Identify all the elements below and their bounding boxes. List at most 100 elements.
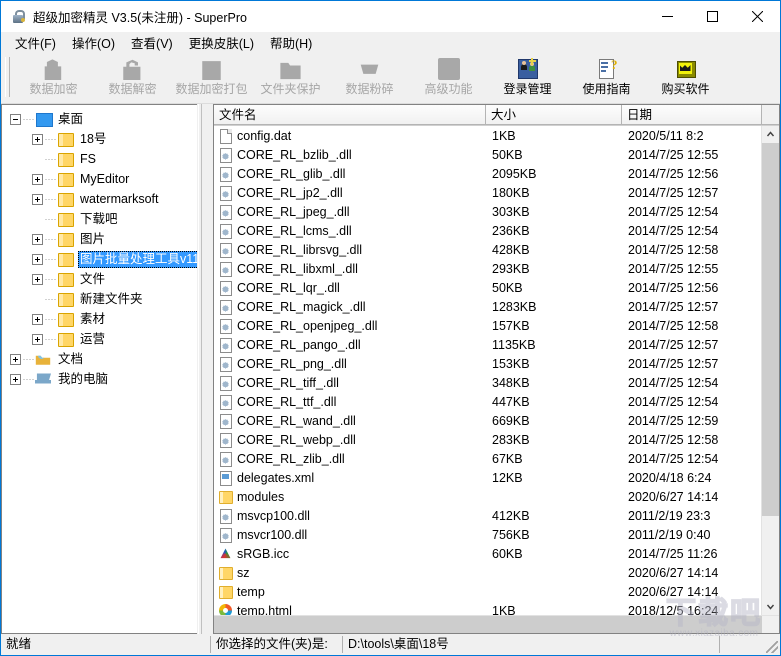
file-row[interactable]: config.dat1KB2020/5/11 8:2 bbox=[214, 126, 761, 145]
file-row[interactable]: modules2020/6/27 14:14 bbox=[214, 487, 761, 506]
toolbar-button-folder-protect[interactable]: 文件夹保护 bbox=[251, 55, 330, 99]
hscroll-track[interactable] bbox=[214, 616, 762, 633]
tree-expander-icon[interactable] bbox=[10, 354, 21, 365]
file-row[interactable]: CORE_RL_libxml_.dll293KB2014/7/25 12:55 bbox=[214, 259, 761, 278]
toolbar-button-decrypt[interactable]: 数据解密 bbox=[93, 55, 172, 99]
tree-expander-icon[interactable] bbox=[32, 334, 43, 345]
file-row[interactable]: temp2020/6/27 14:14 bbox=[214, 582, 761, 601]
tree-expander-icon[interactable] bbox=[32, 254, 43, 265]
scroll-down-arrow[interactable] bbox=[762, 598, 779, 615]
file-row[interactable]: CORE_RL_librsvg_.dll428KB2014/7/25 12:58 bbox=[214, 240, 761, 259]
tree-expander-icon[interactable] bbox=[32, 274, 43, 285]
column-header-name[interactable]: 文件名 bbox=[214, 105, 486, 125]
file-row[interactable]: CORE_RL_png_.dll153KB2014/7/25 12:57 bbox=[214, 354, 761, 373]
tree-line bbox=[23, 374, 35, 385]
tree-item[interactable]: 文件 bbox=[2, 269, 197, 289]
file-row[interactable]: CORE_RL_pango_.dll1135KB2014/7/25 12:57 bbox=[214, 335, 761, 354]
tree-item[interactable]: 下载吧 bbox=[2, 209, 197, 229]
file-row[interactable]: CORE_RL_bzlib_.dll50KB2014/7/25 12:55 bbox=[214, 145, 761, 164]
file-row[interactable]: CORE_RL_webp_.dll283KB2014/7/25 12:58 bbox=[214, 430, 761, 449]
file-row[interactable]: msvcr100.dll756KB2011/2/19 0:40 bbox=[214, 525, 761, 544]
folder-icon bbox=[218, 489, 233, 504]
tree-item[interactable]: watermarksoft bbox=[2, 189, 197, 209]
menu-help[interactable]: 帮助(H) bbox=[262, 31, 320, 54]
minimize-button[interactable] bbox=[645, 1, 690, 32]
tree-expander-icon[interactable] bbox=[32, 194, 43, 205]
tree-expander-icon[interactable] bbox=[10, 114, 21, 125]
tree-item[interactable]: 运营 bbox=[2, 329, 197, 349]
file-date-cell: 2014/7/25 12:54 bbox=[622, 224, 761, 238]
file-name-text: temp bbox=[237, 585, 265, 599]
menu-bar: 文件(F) 操作(O) 查看(V) 更换皮肤(L) 帮助(H) bbox=[1, 32, 780, 53]
file-row[interactable]: CORE_RL_zlib_.dll67KB2014/7/25 12:54 bbox=[214, 449, 761, 468]
status-selection-label: 你选择的文件(夹)是: bbox=[211, 636, 341, 653]
resize-grip[interactable] bbox=[763, 634, 780, 655]
tree-expander-icon[interactable] bbox=[10, 374, 21, 385]
tree-item[interactable]: 素材 bbox=[2, 309, 197, 329]
file-row[interactable]: CORE_RL_lcms_.dll236KB2014/7/25 12:54 bbox=[214, 221, 761, 240]
tree-expander-icon[interactable] bbox=[32, 134, 43, 145]
toolbar-label: 文件夹保护 bbox=[260, 82, 320, 96]
tree-item[interactable]: 图片批量处理工具v11.2 bbox=[2, 249, 197, 269]
file-row[interactable]: CORE_RL_lqr_.dll50KB2014/7/25 12:56 bbox=[214, 278, 761, 297]
file-row[interactable]: CORE_RL_openjpeg_.dll157KB2014/7/25 12:5… bbox=[214, 316, 761, 335]
toolbar-button-shred[interactable]: 数据粉碎 bbox=[330, 55, 409, 99]
file-row[interactable]: msvcp100.dll412KB2011/2/19 23:3 bbox=[214, 506, 761, 525]
file-list-body-wrap: config.dat1KB2020/5/11 8:2CORE_RL_bzlib_… bbox=[214, 126, 779, 615]
file-name-cell: CORE_RL_wand_.dll bbox=[214, 413, 486, 428]
tree-item[interactable]: 桌面 bbox=[2, 109, 197, 129]
tree-item[interactable]: 18号 bbox=[2, 129, 197, 149]
file-list-horizontal-scrollbar[interactable] bbox=[214, 615, 779, 633]
toolbar-button-encrypt[interactable]: 数据加密 bbox=[14, 55, 93, 99]
file-row[interactable]: sz2020/6/27 14:14 bbox=[214, 563, 761, 582]
menu-view[interactable]: 查看(V) bbox=[123, 31, 181, 54]
file-row[interactable]: CORE_RL_tiff_.dll348KB2014/7/25 12:54 bbox=[214, 373, 761, 392]
menu-file[interactable]: 文件(F) bbox=[7, 31, 64, 54]
file-row[interactable]: CORE_RL_jpeg_.dll303KB2014/7/25 12:54 bbox=[214, 202, 761, 221]
tree-expander-icon[interactable] bbox=[32, 234, 43, 245]
scroll-up-arrow[interactable] bbox=[762, 126, 779, 143]
toolbar-button-advanced[interactable]: 高级功能 bbox=[409, 55, 488, 99]
file-name-cell: CORE_RL_openjpeg_.dll bbox=[214, 318, 486, 333]
file-date-cell: 2020/4/18 6:24 bbox=[622, 471, 761, 485]
file-row[interactable]: CORE_RL_ttf_.dll447KB2014/7/25 12:54 bbox=[214, 392, 761, 411]
file-date-cell: 2020/6/27 14:14 bbox=[622, 490, 761, 504]
column-header-size[interactable]: 大小 bbox=[486, 105, 622, 125]
file-row[interactable]: CORE_RL_glib_.dll2095KB2014/7/25 12:56 bbox=[214, 164, 761, 183]
tree-line bbox=[45, 314, 57, 325]
tree-item[interactable]: MyEditor bbox=[2, 169, 197, 189]
close-button[interactable] bbox=[735, 1, 780, 32]
file-name-text: CORE_RL_bzlib_.dll bbox=[237, 148, 352, 162]
file-row[interactable]: CORE_RL_jp2_.dll180KB2014/7/25 12:57 bbox=[214, 183, 761, 202]
file-row[interactable]: CORE_RL_wand_.dll669KB2014/7/25 12:59 bbox=[214, 411, 761, 430]
tree-item[interactable]: FS bbox=[2, 149, 197, 169]
tree-expander-icon[interactable] bbox=[32, 174, 43, 185]
tree-item[interactable]: 新建文件夹 bbox=[2, 289, 197, 309]
maximize-button[interactable] bbox=[690, 1, 735, 32]
menu-operation[interactable]: 操作(O) bbox=[64, 31, 123, 54]
vscroll-track[interactable] bbox=[762, 143, 779, 598]
file-row[interactable]: delegates.xml12KB2020/4/18 6:24 bbox=[214, 468, 761, 487]
toolbar-button-user-guide[interactable]: ? 使用指南 bbox=[567, 55, 646, 99]
vscroll-thumb[interactable] bbox=[762, 143, 779, 516]
file-row[interactable]: sRGB.icc60KB2014/7/25 11:26 bbox=[214, 544, 761, 563]
menu-skin[interactable]: 更换皮肤(L) bbox=[181, 31, 262, 54]
toolbar-button-login-manage[interactable]: 登录管理 bbox=[488, 55, 567, 99]
panel-splitter[interactable] bbox=[197, 104, 213, 634]
tree-item[interactable]: 我的电脑 bbox=[2, 369, 197, 389]
tree-item[interactable]: 文档 bbox=[2, 349, 197, 369]
file-date-cell: 2014/7/25 12:54 bbox=[622, 376, 761, 390]
file-row[interactable]: CORE_RL_magick_.dll1283KB2014/7/25 12:57 bbox=[214, 297, 761, 316]
toolbar-button-encrypt-package[interactable]: 数据加密打包 bbox=[172, 55, 251, 99]
window-controls bbox=[645, 1, 780, 32]
file-row[interactable]: temp.html1KB2018/12/5 16:24 bbox=[214, 601, 761, 615]
toolbar-grip[interactable] bbox=[5, 57, 10, 97]
tree-expander-icon[interactable] bbox=[32, 314, 43, 325]
icc-icon bbox=[218, 546, 233, 561]
tree-item[interactable]: 图片 bbox=[2, 229, 197, 249]
toolbar-button-buy[interactable]: 购买软件 bbox=[646, 55, 725, 99]
file-list-vertical-scrollbar[interactable] bbox=[761, 126, 779, 615]
dll-icon bbox=[218, 527, 233, 542]
hscroll-thumb[interactable] bbox=[214, 616, 762, 633]
column-header-date[interactable]: 日期 bbox=[622, 105, 762, 125]
